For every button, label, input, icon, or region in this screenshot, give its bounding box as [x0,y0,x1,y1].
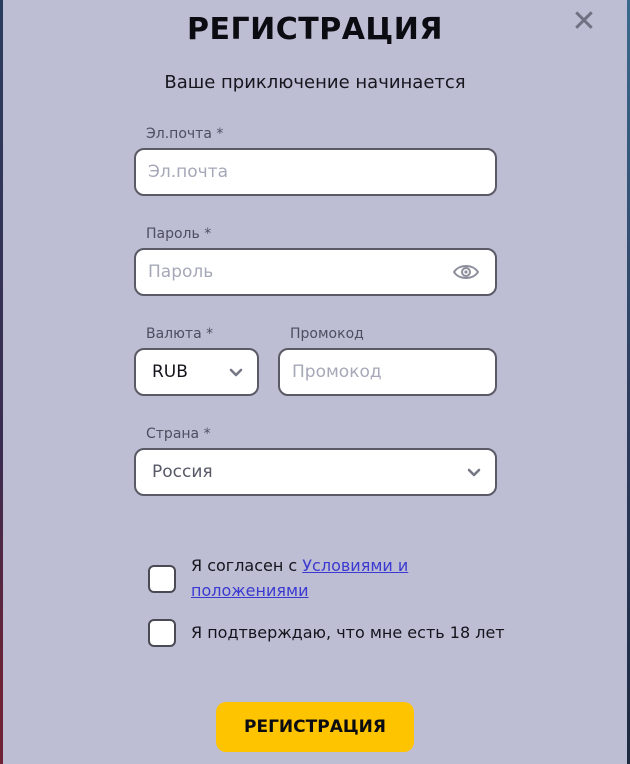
terms-text: Я согласен с Условиями и положениями [191,553,451,603]
email-label: Эл.почта * [146,126,224,142]
promo-field-box [278,348,497,396]
currency-select[interactable]: RUB [134,348,259,396]
promo-label: Промокод [290,326,364,342]
currency-selected-value: RUB [152,362,188,382]
country-label: Страна * [146,426,211,442]
password-field[interactable] [148,250,438,294]
eye-icon[interactable] [453,262,479,282]
promo-field[interactable] [292,350,482,394]
terms-checkbox[interactable] [148,565,176,593]
password-label: Пароль * [146,226,212,242]
modal-subtitle: Ваше приключение начинается [164,72,466,93]
currency-label: Валюта * [146,326,214,342]
country-selected-value: Россия [152,462,213,482]
password-field-box [134,248,497,296]
registration-modal: ✕ РЕГИСТРАЦИЯ Ваше приключение начинаетс… [3,0,627,764]
modal-title: РЕГИСТРАЦИЯ [187,12,443,47]
age-checkbox[interactable] [148,619,176,647]
register-button[interactable]: РЕГИСТРАЦИЯ [216,702,414,752]
chevron-down-icon [467,468,481,477]
terms-prefix: Я согласен с [191,556,303,575]
email-field-box [134,148,497,196]
age-text: Я подтверждаю, что мне есть 18 лет [191,623,505,642]
country-select[interactable]: Россия [134,448,497,496]
chevron-down-icon [229,368,243,377]
email-field[interactable] [148,150,478,194]
